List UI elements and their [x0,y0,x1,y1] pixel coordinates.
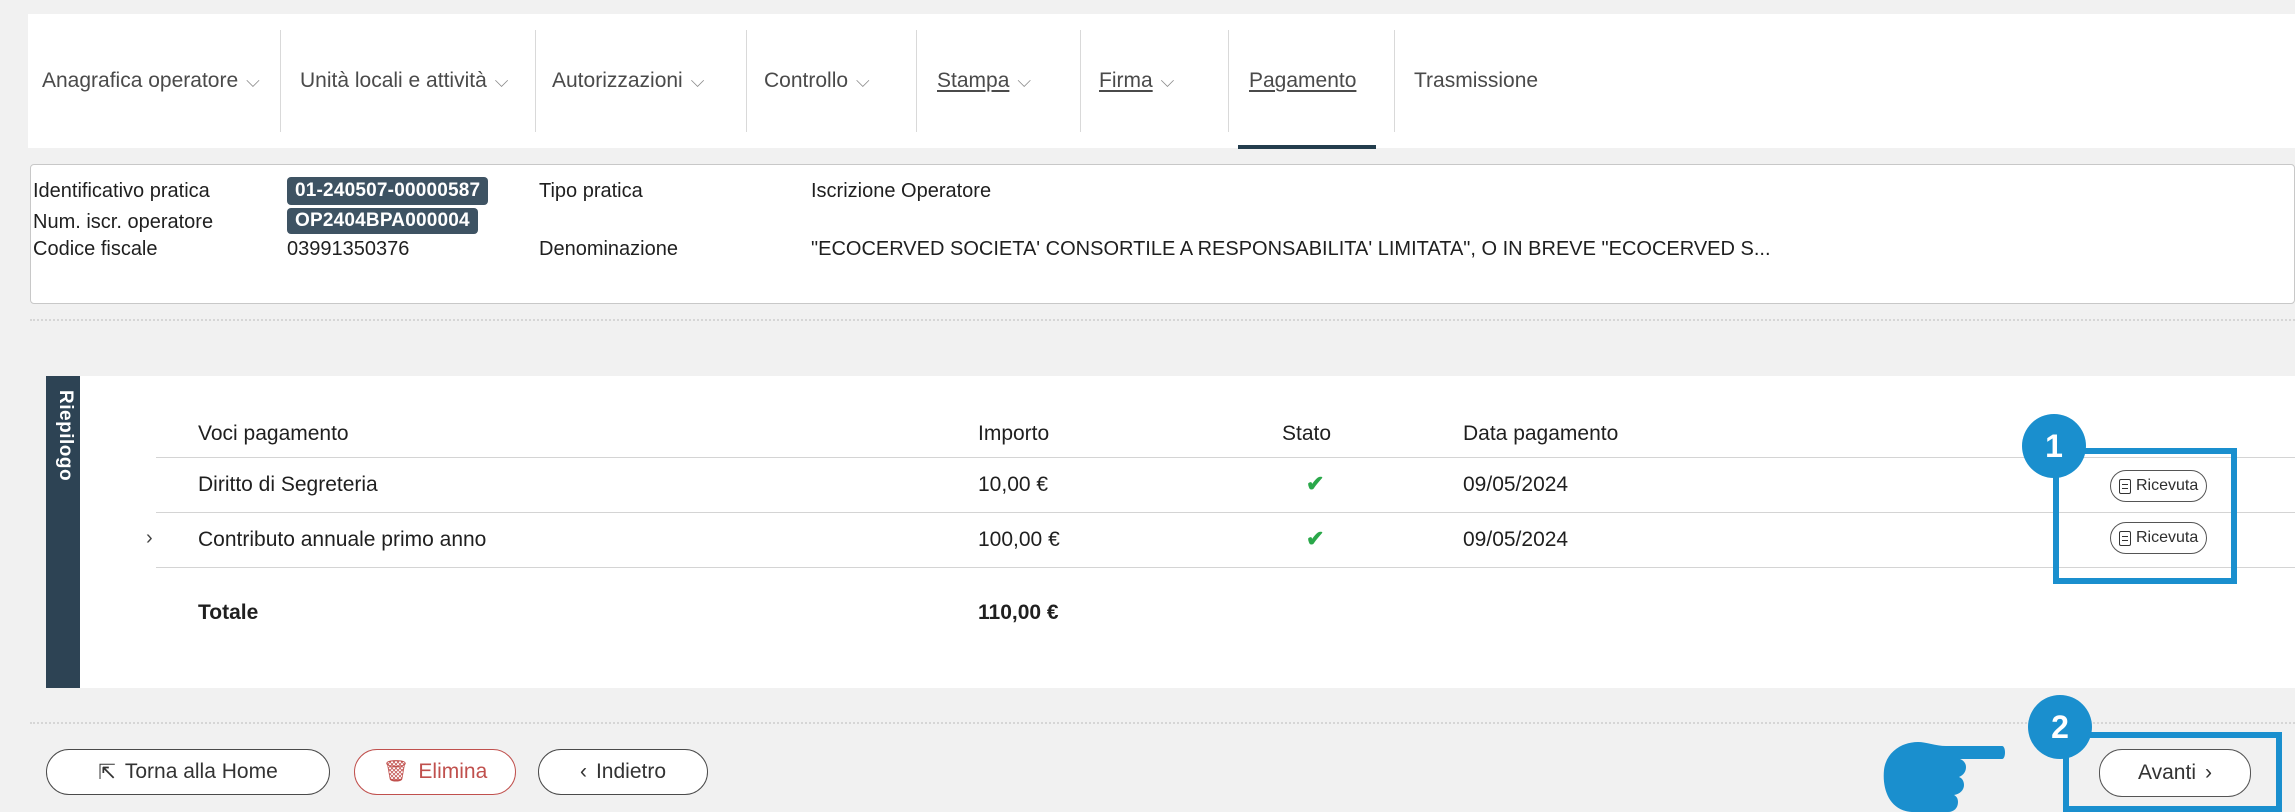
data-cell: 09/05/2024 [1463,528,1569,551]
tab-label: Trasmissione [1414,69,1539,92]
codice-fiscale-label: Codice fiscale [33,238,158,260]
active-tab-indicator [1238,145,1376,149]
elimina-button[interactable]: 🗑 Elimina [354,749,516,795]
riepilogo-label: Riepilogo [55,390,76,482]
tab-autorizzazioni[interactable]: Autorizzazioni ⌵ [552,14,704,148]
tab-label: Unità locali e attività [300,69,487,92]
header-divider [156,457,2295,458]
chevron-down-icon: ⌵ [1017,70,1032,91]
tab-unita-locali[interactable]: Unità locali e attività ⌵ [300,14,508,148]
tab-divider [1080,30,1081,132]
tipo-pratica-label: Tipo pratica [539,180,643,202]
tab-divider [916,30,917,132]
importo-cell: 100,00 € [978,528,1060,551]
section-divider [30,722,2295,724]
chevron-down-icon: ⌵ [690,70,705,91]
header-importo: Importo [978,422,1050,445]
payment-summary-card: Riepilogo Voci pagamento Importo Stato D… [46,376,2295,688]
tab-divider [535,30,536,132]
num-iscr-value: OP2404BPA000004 [287,208,478,234]
tab-controllo[interactable]: Controllo ⌵ [764,14,870,148]
tab-label: Anagrafica operatore [42,69,239,92]
indietro-label: Indietro [595,760,667,783]
pointing-hand-icon [1883,742,2005,812]
torna-alla-home-button[interactable]: ⇱ Torna alla Home [46,749,330,795]
tab-pagamento[interactable]: Pagamento [1249,14,1356,148]
voce-cell: Diritto di Segreteria [198,473,378,496]
tab-trasmissione[interactable]: Trasmissione [1414,14,1538,148]
row-divider [156,567,2295,568]
tab-anagrafica-operatore[interactable]: Anagrafica operatore ⌵ [42,14,260,148]
info-row-num-iscr: Num. iscr. operatore OP2404BPA000004 [31,208,2294,239]
chevron-right-icon[interactable]: › [146,527,153,550]
chevron-down-icon: ⌵ [246,70,260,91]
header-stato: Stato [1282,422,1332,445]
callout-frame-1 [2053,448,2237,584]
tab-divider [1228,30,1229,132]
header-data: Data pagamento [1463,422,1619,445]
callout-badge-1: 1 [2022,414,2086,478]
tab-label: Firma [1099,69,1153,92]
tab-stampa[interactable]: Stampa ⌵ [937,14,1031,148]
riepilogo-side-tab: Riepilogo [46,376,80,688]
row-divider [156,512,2295,513]
voce-cell: Contributo annuale primo anno [198,528,487,551]
tipo-pratica-value: Iscrizione Operatore [811,180,992,202]
tab-divider [280,30,281,132]
denominazione-value: "ECOCERVED SOCIETA' CONSORTILE A RESPONS… [811,238,1771,260]
callout-badge-2: 2 [2028,695,2092,759]
tab-label: Controllo [764,69,849,92]
tab-divider [746,30,747,132]
num-iscr-label: Num. iscr. operatore [33,211,214,233]
chevron-left-icon: ‹ [579,760,587,783]
codice-fiscale-value: 03991350376 [287,238,410,260]
header-voci: Voci pagamento [198,422,349,445]
external-link-icon: ⇱ [98,760,116,784]
elimina-label: Elimina [418,760,488,783]
paid-check-icon: ✔ [1306,526,1325,551]
indietro-button[interactable]: ‹ Indietro [538,749,708,795]
trash-icon: 🗑 [382,760,410,783]
totale-label: Totale [198,601,259,624]
practice-info-panel: Identificativo pratica 01-240507-0000058… [30,164,2295,304]
callout-frame-2 [2063,732,2282,812]
torna-alla-home-label: Torna alla Home [124,760,278,783]
chevron-down-icon: ⌵ [1160,70,1175,91]
totale-value: 110,00 € [978,601,1059,624]
section-divider [30,319,2295,321]
tab-firma[interactable]: Firma ⌵ [1099,14,1174,148]
info-row-codice-fiscale: Codice fiscale 03991350376 Denominazione… [31,238,2294,272]
info-row-identificativo: Identificativo pratica 01-240507-0000058… [31,176,2294,210]
tab-label: Autorizzazioni [552,69,683,92]
identificativo-value: 01-240507-00000587 [287,177,489,205]
paid-check-icon: ✔ [1306,471,1325,496]
identificativo-label: Identificativo pratica [33,180,210,202]
chevron-down-icon: ⌵ [856,70,870,91]
tab-label: Stampa [937,69,1010,92]
denominazione-label: Denominazione [539,238,678,260]
data-cell: 09/05/2024 [1463,473,1569,496]
tab-label: Pagamento [1249,69,1357,92]
chevron-down-icon: ⌵ [494,70,509,91]
importo-cell: 10,00 € [978,473,1049,496]
tab-divider [1394,30,1395,132]
wizard-tab-bar: Anagrafica operatore ⌵ Unità locali e att… [28,14,2295,149]
